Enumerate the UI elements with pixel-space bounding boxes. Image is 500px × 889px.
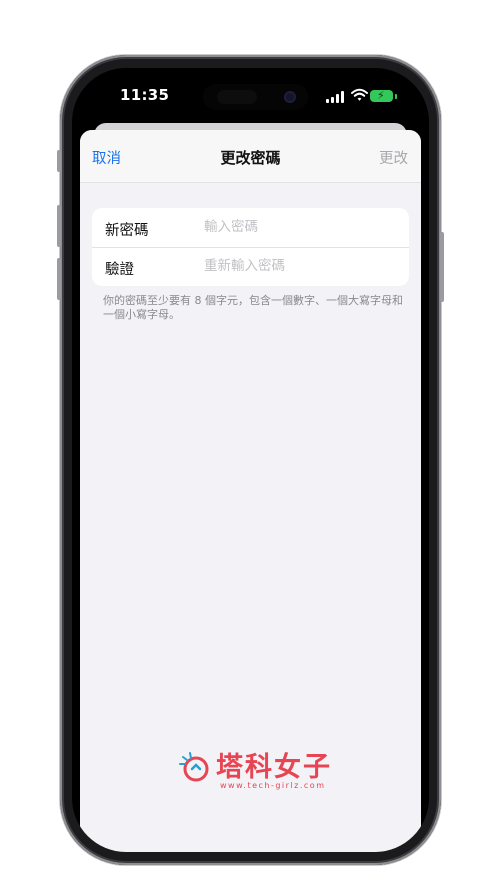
brand-url: www.tech-girlz.com (220, 781, 326, 790)
change-password-sheet: 取消 更改密碼 更改 新密碼 驗證 你的密碼至少要有 8 個字元，包含一個數字、… (80, 130, 421, 852)
power-button (440, 232, 444, 302)
mute-switch (57, 150, 61, 172)
verify-password-label: 驗證 (105, 262, 134, 278)
volume-down-button (57, 258, 61, 300)
navigation-bar: 取消 更改密碼 更改 (80, 130, 421, 183)
watermark: 塔科女子 www.tech-girlz.com (178, 747, 348, 797)
page-title: 更改密碼 (220, 149, 281, 167)
change-button[interactable]: 更改 (379, 147, 408, 168)
island-sensor (217, 90, 257, 104)
verify-password-row: 驗證 (92, 247, 409, 286)
status-time: 11:35 (120, 86, 170, 104)
cellular-signal-icon (326, 91, 344, 103)
charging-bolt-icon: ⚡ (377, 89, 385, 102)
password-requirements-hint: 你的密碼至少要有 8 個字元，包含一個數字、一個大寫字母和一個小寫字母。 (103, 294, 403, 321)
new-password-row: 新密碼 (92, 208, 409, 248)
brand-logo-icon (179, 752, 209, 782)
verify-password-field[interactable] (204, 255, 394, 277)
status-bar: 11:35 ⚡ (72, 68, 429, 118)
battery-cap (395, 94, 397, 99)
front-camera-icon (284, 91, 296, 103)
phone-screen: 11:35 ⚡ 取消 更改密碼 更改 新密碼 驗證 你的密碼至少要有 8 個字元… (72, 68, 429, 852)
password-form-card: 新密碼 驗證 (92, 208, 409, 286)
new-password-field[interactable] (204, 216, 394, 238)
new-password-label: 新密碼 (105, 223, 149, 239)
brand-name: 塔科女子 (216, 752, 332, 783)
wifi-icon (351, 88, 368, 101)
volume-up-button (57, 205, 61, 247)
